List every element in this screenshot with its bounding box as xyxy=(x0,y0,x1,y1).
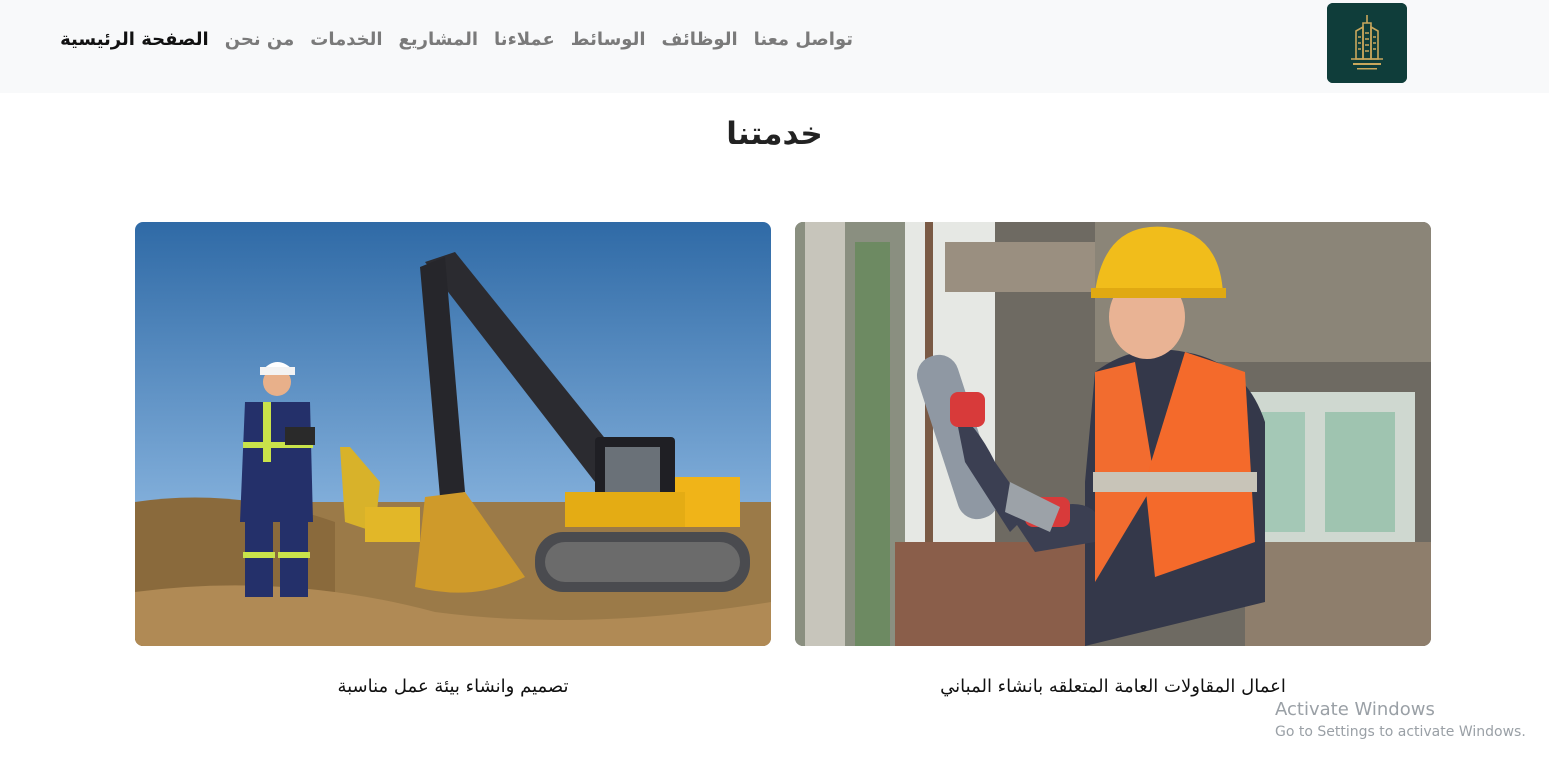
worker-with-caulk-gun-photo xyxy=(795,222,1431,646)
main-nav: الصفحة الرئيسية من نحن الخدمات المشاريع … xyxy=(60,29,853,50)
excavator-site-engineer-photo xyxy=(135,222,771,646)
building-logo-icon[interactable] xyxy=(1327,3,1407,83)
watermark-title: Activate Windows xyxy=(1275,699,1435,720)
service-caption-work-environment: تصميم وانشاء بيئة عمل مناسبة xyxy=(337,676,569,697)
nav-link-clients[interactable]: عملاءنا xyxy=(494,29,555,50)
nav-link-jobs[interactable]: الوظائف xyxy=(662,29,738,50)
nav-link-about[interactable]: من نحن xyxy=(225,29,295,50)
services-title: خدمتنا xyxy=(726,116,823,152)
nav-link-contact[interactable]: تواصل معنا xyxy=(754,29,853,50)
nav-link-media[interactable]: الوسائط xyxy=(571,29,646,50)
navbar: الصفحة الرئيسية من نحن الخدمات المشاريع … xyxy=(0,0,1549,93)
nav-link-services[interactable]: الخدمات xyxy=(310,29,382,50)
nav-link-home[interactable]: الصفحة الرئيسية xyxy=(60,29,209,50)
windows-activation-watermark: Activate Windows Go to Settings to activ… xyxy=(1275,699,1526,740)
nav-link-projects[interactable]: المشاريع xyxy=(399,29,479,50)
service-caption-general-contracting: اعمال المقاولات العامة المتعلقه بانشاء ا… xyxy=(940,676,1286,697)
watermark-subtitle: Go to Settings to activate Windows. xyxy=(1275,724,1526,740)
